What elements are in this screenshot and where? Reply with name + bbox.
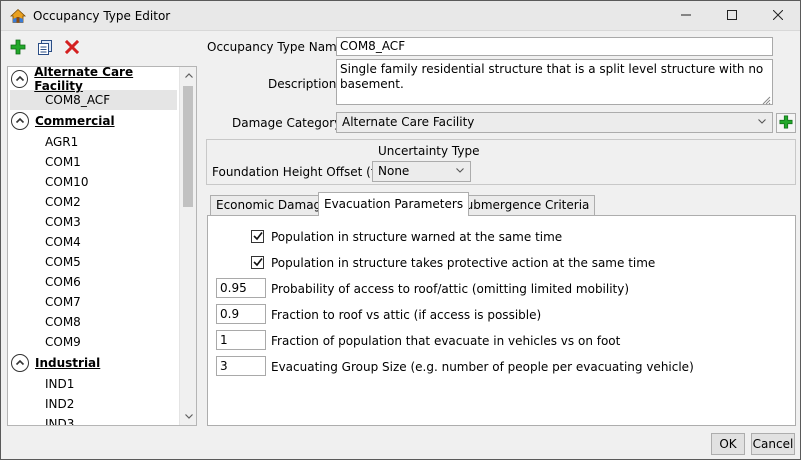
warned-same-time-label: Population in structure warned at the sa… <box>271 230 563 244</box>
copy-icon <box>37 39 53 58</box>
vehicle-fraction-label: Fraction of population that evacuate in … <box>271 334 621 348</box>
tree-item[interactable]: COM3 <box>8 212 179 232</box>
uncertainty-type-header: Uncertainty Type <box>378 144 480 158</box>
damage-category-label: Damage Category: <box>232 116 345 130</box>
tab-submergence-criteria[interactable]: Submergence Criteria <box>452 195 596 215</box>
tree-item[interactable]: COM8 <box>8 312 179 332</box>
cancel-button[interactable]: Cancel <box>751 433 795 455</box>
collapse-chevron-icon[interactable] <box>11 112 29 130</box>
tree-item[interactable]: IND1 <box>8 374 179 394</box>
app-house-icon <box>9 8 27 24</box>
tree-group-industrial[interactable]: Industrial <box>8 352 179 374</box>
tree-item[interactable]: COM10 <box>8 172 179 192</box>
description-label: Description: <box>268 77 341 91</box>
foundation-groupbox: Uncertainty Type Foundation Height Offse… <box>206 139 796 185</box>
roof-access-probability-input[interactable]: 0.95 <box>216 278 266 298</box>
tree-content: Alternate Care Facility COM8_ACF Commerc… <box>8 66 179 425</box>
add-icon <box>779 115 793 132</box>
tree-item[interactable]: COM5 <box>8 252 179 272</box>
close-button[interactable] <box>755 1 801 31</box>
add-occupancy-button[interactable] <box>9 39 27 57</box>
foundation-uncertainty-value: None <box>378 164 410 178</box>
resize-grip-icon[interactable] <box>762 94 771 105</box>
collapse-chevron-icon[interactable] <box>11 354 29 372</box>
occupancy-name-input[interactable]: COM8_ACF <box>336 37 773 56</box>
tree-item[interactable]: AGR1 <box>8 132 179 152</box>
tree-item[interactable]: COM6 <box>8 272 179 292</box>
add-icon <box>10 39 26 58</box>
tree-group-alternate-care-facility[interactable]: Alternate Care Facility <box>8 66 179 93</box>
tree-item[interactable]: IND2 <box>8 394 179 414</box>
tree-group-commercial[interactable]: Commercial <box>8 110 179 132</box>
collapse-chevron-icon[interactable] <box>11 70 29 88</box>
tab-evacuation-parameters[interactable]: Evacuation Parameters <box>318 192 470 216</box>
copy-occupancy-button[interactable] <box>36 39 54 57</box>
delete-occupancy-button[interactable] <box>63 39 81 57</box>
tree-item[interactable]: COM8_ACF <box>10 90 177 110</box>
occupancy-tree-list[interactable]: Alternate Care Facility COM8_ACF Commerc… <box>7 66 197 426</box>
chevron-down-icon <box>758 117 766 126</box>
foundation-height-label: Foundation Height Offset (ft): <box>212 165 389 179</box>
window-title: Occupancy Type Editor <box>33 9 171 23</box>
vehicle-fraction-input[interactable]: 1 <box>216 330 266 350</box>
delete-icon <box>64 39 80 57</box>
maximize-button[interactable] <box>709 1 755 31</box>
occupancy-name-label: Occupancy Type Name: <box>207 40 349 54</box>
maximize-icon <box>727 9 737 23</box>
tree-vertical-scrollbar[interactable] <box>179 67 196 425</box>
tree-item[interactable]: IND3 <box>8 414 179 425</box>
minimize-icon <box>681 9 691 23</box>
foundation-uncertainty-select[interactable]: None <box>372 161 471 182</box>
tree-item[interactable]: COM4 <box>8 232 179 252</box>
occupancy-type-editor-window: Occupancy Type Editor Alternate Care Fac… <box>0 0 801 460</box>
description-text: Single family residential structure that… <box>340 62 764 91</box>
warned-same-time-checkbox[interactable] <box>251 230 264 243</box>
close-icon <box>772 9 784 23</box>
description-textarea[interactable]: Single family residential structure that… <box>336 59 773 105</box>
add-damage-category-button[interactable] <box>776 113 796 133</box>
evacuation-parameters-panel: Population in structure warned at the sa… <box>207 215 796 426</box>
group-size-input[interactable]: 3 <box>216 356 266 376</box>
scroll-down-icon[interactable] <box>180 408 196 425</box>
protective-action-label: Population in structure takes protective… <box>271 256 656 270</box>
title-bar[interactable]: Occupancy Type Editor <box>1 1 800 31</box>
checkmark-icon <box>252 230 263 244</box>
roof-access-probability-label: Probability of access to roof/attic (omi… <box>271 282 630 296</box>
roof-fraction-label: Fraction to roof vs attic (if access is … <box>271 308 542 322</box>
damage-category-value: Alternate Care Facility <box>342 115 475 129</box>
roof-fraction-input[interactable]: 0.9 <box>216 304 266 324</box>
damage-category-select[interactable]: Alternate Care Facility <box>336 112 773 133</box>
tree-item[interactable]: COM9 <box>8 332 179 352</box>
tab-economic-damage[interactable]: Economic Damage <box>210 195 335 215</box>
minimize-button[interactable] <box>663 1 709 31</box>
tree-item[interactable]: COM1 <box>8 152 179 172</box>
chevron-down-icon <box>456 166 464 175</box>
ok-button[interactable]: OK <box>711 433 745 455</box>
tree-item[interactable]: COM7 <box>8 292 179 312</box>
tree-item[interactable]: COM2 <box>8 192 179 212</box>
tree-group-label: Industrial <box>35 356 101 370</box>
tree-group-label: Commercial <box>35 114 115 128</box>
scrollbar-thumb[interactable] <box>183 86 193 207</box>
checkmark-icon <box>252 256 263 270</box>
group-size-label: Evacuating Group Size (e.g. number of pe… <box>271 360 694 374</box>
tree-group-label: Alternate Care Facility <box>34 66 134 93</box>
scroll-up-icon[interactable] <box>180 67 196 84</box>
protective-action-checkbox[interactable] <box>251 256 264 269</box>
